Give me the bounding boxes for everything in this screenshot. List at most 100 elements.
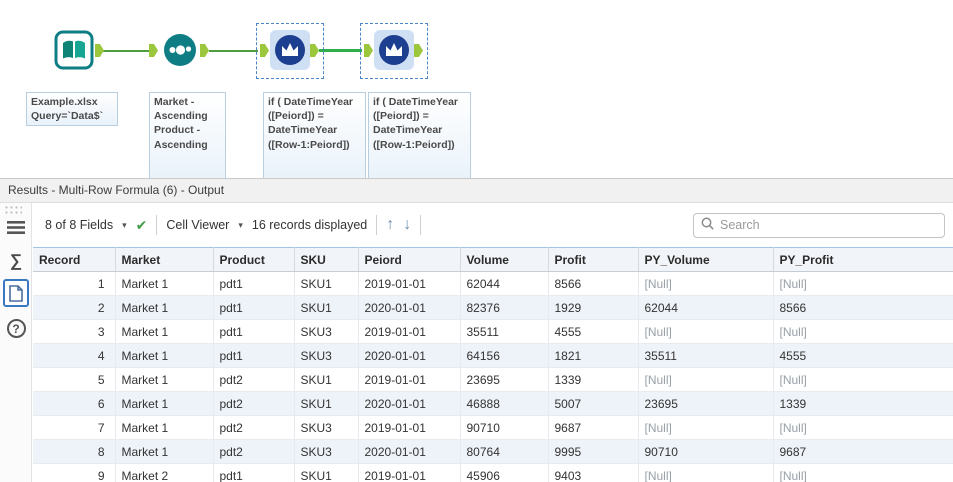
cell[interactable]: SKU1 (294, 367, 359, 392)
cell[interactable]: pdt2 (213, 367, 295, 392)
cell[interactable]: pdt2 (213, 439, 295, 464)
cell[interactable]: SKU3 (294, 439, 359, 464)
cell[interactable]: 45906 (460, 463, 549, 482)
cell[interactable]: 46888 (460, 391, 549, 416)
column-header-product[interactable]: Product (213, 247, 295, 272)
table-row[interactable]: 2 Market 1 pdt1 SKU1 2020-01-01 82376 1929 6204… (33, 295, 953, 320)
cell[interactable]: pdt1 (213, 295, 295, 320)
column-header-volume[interactable]: Volume (460, 247, 549, 272)
cell[interactable]: 1339 (773, 391, 953, 416)
cell[interactable]: SKU3 (294, 319, 359, 344)
cell[interactable]: [Null] (773, 271, 953, 296)
table-row[interactable]: 7 Market 1 pdt2 SKU3 2019-01-01 90710 9687 [Nul… (33, 415, 953, 440)
cell[interactable]: 2019-01-01 (358, 463, 461, 482)
cell[interactable]: 2019-01-01 (358, 415, 461, 440)
record-number-cell[interactable]: 5 (33, 367, 116, 392)
cell[interactable]: 1339 (548, 367, 639, 392)
connector-sort-to-formula5[interactable] (209, 50, 258, 52)
table-row[interactable]: 5 Market 1 pdt2 SKU1 2019-01-01 23695 1339 [Nul… (33, 367, 953, 392)
cell[interactable]: pdt1 (213, 463, 295, 482)
output-anchor[interactable] (200, 44, 209, 57)
cell[interactable]: Market 1 (115, 367, 214, 392)
cell-viewer-dropdown[interactable]: Cell Viewer (166, 218, 229, 232)
record-number-cell[interactable]: 6 (33, 391, 116, 416)
cell[interactable]: 23695 (638, 391, 774, 416)
cell[interactable]: pdt1 (213, 319, 295, 344)
cell[interactable]: SKU1 (294, 391, 359, 416)
cell[interactable]: 2019-01-01 (358, 271, 461, 296)
table-row[interactable]: 9 Market 2 pdt1 SKU1 2019-01-01 45906 9403 [Nul… (33, 463, 953, 482)
cell[interactable]: 35511 (638, 343, 774, 368)
cell[interactable]: 5007 (548, 391, 639, 416)
cell[interactable]: Market 1 (115, 295, 214, 320)
search-box[interactable] (693, 212, 945, 238)
input-anchor[interactable] (149, 44, 158, 57)
page-view-icon[interactable] (0, 285, 32, 303)
cell[interactable]: 35511 (460, 319, 549, 344)
cell[interactable]: 9687 (773, 439, 953, 464)
record-number-cell[interactable]: 9 (33, 463, 116, 482)
tool-annotation[interactable]: if ( DateTimeYear ([Peiord]) = DateTimeY… (368, 92, 471, 182)
cell[interactable]: 90710 (460, 415, 549, 440)
cell[interactable]: 4555 (548, 319, 639, 344)
cell[interactable]: 1821 (548, 343, 639, 368)
cell[interactable]: 62044 (638, 295, 774, 320)
cell[interactable]: Market 1 (115, 415, 214, 440)
cell[interactable]: 2019-01-01 (358, 319, 461, 344)
cell[interactable]: 2020-01-01 (358, 295, 461, 320)
cell[interactable]: 4555 (773, 343, 953, 368)
cell[interactable]: Market 1 (115, 391, 214, 416)
cell[interactable]: 90710 (638, 439, 774, 464)
table-row[interactable]: 1 Market 1 pdt1 SKU1 2019-01-01 62044 8566 [Nul… (33, 271, 953, 296)
table-row[interactable]: 3 Market 1 pdt1 SKU3 2019-01-01 35511 4555 [Nul… (33, 319, 953, 344)
connector-input-to-sort[interactable] (103, 50, 150, 52)
cell[interactable]: [Null] (773, 415, 953, 440)
cell[interactable]: 82376 (460, 295, 549, 320)
cell[interactable]: [Null] (638, 415, 774, 440)
cell[interactable]: 23695 (460, 367, 549, 392)
record-number-cell[interactable]: 1 (33, 271, 116, 296)
cell[interactable]: [Null] (638, 271, 774, 296)
chevron-down-icon[interactable]: ▾ (122, 220, 127, 231)
cell[interactable]: pdt1 (213, 271, 295, 296)
column-header-sku[interactable]: SKU (294, 247, 359, 272)
cell[interactable]: 9403 (548, 463, 639, 482)
cell[interactable]: SKU3 (294, 343, 359, 368)
down-arrow-icon[interactable]: ↓ (403, 216, 411, 234)
cell[interactable]: [Null] (773, 319, 953, 344)
column-header-profit[interactable]: Profit (548, 247, 639, 272)
column-header-record[interactable]: Record (33, 247, 116, 272)
cell[interactable]: 1929 (548, 295, 639, 320)
cell[interactable]: 2019-01-01 (358, 367, 461, 392)
cell[interactable]: 62044 (460, 271, 549, 296)
cell[interactable]: pdt2 (213, 391, 295, 416)
table-row[interactable]: 8 Market 1 pdt2 SKU3 2020-01-01 80764 9995 9071… (33, 439, 953, 464)
table-row[interactable]: 4 Market 1 pdt1 SKU3 2020-01-01 64156 1821 3551… (33, 343, 953, 368)
cell[interactable]: 9995 (548, 439, 639, 464)
cell[interactable]: pdt1 (213, 343, 295, 368)
cell[interactable]: 80764 (460, 439, 549, 464)
cell[interactable]: Market 1 (115, 271, 214, 296)
record-number-cell[interactable]: 3 (33, 319, 116, 344)
tool-annotation[interactable]: Example.xlsx Query=`Data$` (26, 92, 118, 126)
column-header-market[interactable]: Market (115, 247, 214, 272)
cell[interactable]: SKU3 (294, 415, 359, 440)
cell[interactable]: 2020-01-01 (358, 439, 461, 464)
cell[interactable]: pdt2 (213, 415, 295, 440)
tool-annotation[interactable]: Market - Ascending Product - Ascending (149, 92, 226, 182)
column-header-peiord[interactable]: Peiord (358, 247, 461, 272)
search-input[interactable] (720, 218, 937, 232)
column-header-py_profit[interactable]: PY_Profit (773, 247, 953, 272)
tool-annotation[interactable]: if ( DateTimeYear ([Peiord]) = DateTimeY… (263, 92, 366, 182)
record-number-cell[interactable]: 4 (33, 343, 116, 368)
help-icon[interactable]: ? (0, 319, 32, 338)
cell[interactable]: [Null] (773, 367, 953, 392)
apply-check-icon[interactable]: ✔ (136, 217, 148, 234)
cell[interactable]: 2020-01-01 (358, 391, 461, 416)
cell[interactable]: 64156 (460, 343, 549, 368)
cell[interactable]: Market 1 (115, 343, 214, 368)
fields-dropdown[interactable]: 8 of 8 Fields (45, 218, 113, 232)
tool-multi-row-formula-6[interactable] (374, 30, 414, 70)
chevron-down-icon[interactable]: ▾ (238, 220, 243, 231)
metadata-sigma-icon[interactable]: ∑ (0, 251, 32, 271)
